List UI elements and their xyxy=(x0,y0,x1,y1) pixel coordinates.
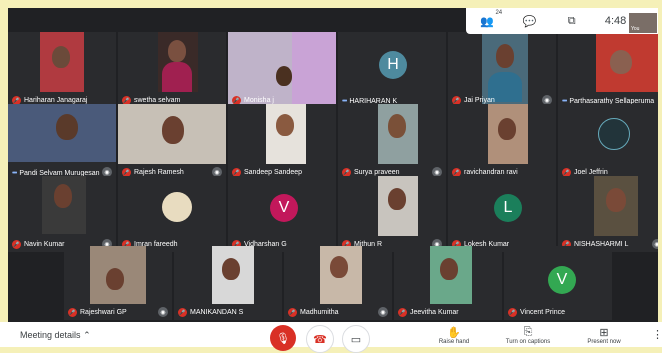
participant-name: 🎤 MANIKANDAN S xyxy=(178,308,244,317)
participant-video xyxy=(292,32,336,108)
participant-count: 24 xyxy=(495,10,503,16)
participant-face xyxy=(276,66,292,86)
participant-tile[interactable]: 🎤 Surya praveen ◉ xyxy=(338,104,446,180)
participant-tile[interactable]: L 🎤 Lokesh Kumar xyxy=(448,176,556,252)
participant-face xyxy=(168,40,186,62)
participant-name: 🎤 Jeevitha Kumar xyxy=(398,308,459,317)
participant-name: 🎤 Navin Kumar xyxy=(12,240,65,249)
participant-tile[interactable]: 🎤 Hariharan Janagaraj xyxy=(8,32,116,108)
participant-tile[interactable]: 🎤 ravichandran ravi xyxy=(448,104,556,180)
activities-icon[interactable]: ⧉ xyxy=(563,12,581,30)
bottom-bar: Meeting details ⌃ 🎙 ☎ ▭ ✋ Raise hand ⎘ Tur… xyxy=(0,322,662,353)
participant-tile[interactable]: 🎤 Rajesh Ramesh ◉ xyxy=(118,104,226,180)
participant-tile[interactable]: 🎤 Rajeshwari GP ◉ xyxy=(64,246,172,320)
participant-avatar: V xyxy=(270,194,298,222)
more-options-icon[interactable]: ⋮ xyxy=(652,328,662,341)
participant-avatar: L xyxy=(494,194,522,222)
participant-name: 🎤 Madhumitha xyxy=(288,308,339,317)
participant-face xyxy=(498,118,516,140)
participant-face xyxy=(54,184,72,208)
captions-icon: ⎘ xyxy=(523,326,533,338)
mic-off-icon: 🎤 xyxy=(178,308,187,317)
participant-tile[interactable]: 🎤 Jai Priyan ◉ xyxy=(448,32,556,108)
audio-indicator-icon: ◉ xyxy=(652,239,658,249)
participant-avatar xyxy=(162,192,192,222)
participant-tile[interactable]: ••• Parthasarathy Sellaperuma xyxy=(558,32,658,108)
mic-off-icon: 🎤 xyxy=(508,308,517,317)
participant-tile[interactable]: 🎤 Imran fareedh xyxy=(118,176,226,252)
hand-icon: ✋ xyxy=(447,327,461,339)
participant-tile[interactable]: 🎤 Madhumitha ◉ xyxy=(284,246,392,320)
participant-tile[interactable]: 🎤 Navin Kumar ◉ xyxy=(8,176,116,252)
self-view-label: You xyxy=(631,26,640,32)
mic-off-icon: 🎤 xyxy=(12,240,21,249)
chevron-up-icon: ⌃ xyxy=(83,330,91,340)
leave-call-button[interactable]: ☎ xyxy=(306,325,334,353)
participant-face xyxy=(440,258,458,280)
participant-tile[interactable]: 🎤 Mithun R ◉ xyxy=(338,176,446,252)
participant-face xyxy=(496,44,514,68)
participant-face xyxy=(330,256,348,278)
mic-toggle-button[interactable]: 🎙 xyxy=(270,325,296,351)
mic-off-icon: 🎤 xyxy=(288,308,297,317)
participant-face xyxy=(52,46,70,68)
self-view[interactable]: You xyxy=(628,12,658,34)
mic-off-icon: 🎤 xyxy=(398,308,407,317)
participant-tile[interactable]: 🎤 Joel Jeffrin xyxy=(558,104,658,180)
participant-tile[interactable]: 🎤 NISHASHARMI L ◉ xyxy=(558,176,658,252)
participant-face xyxy=(276,114,294,136)
participant-tile[interactable]: V 🎤 Vincent Prince xyxy=(504,246,612,320)
participant-face xyxy=(56,114,78,140)
participant-tile[interactable]: 🎤 Monisha j xyxy=(228,32,336,108)
audio-indicator-icon: ◉ xyxy=(158,307,168,317)
raise-hand-button[interactable]: ✋ Raise hand xyxy=(424,326,484,345)
participant-avatar: H xyxy=(379,51,407,79)
people-icon[interactable]: 👥 24 xyxy=(478,10,502,30)
participant-face xyxy=(106,268,124,290)
participant-tile[interactable]: 🎤 swetha selvam xyxy=(118,32,226,108)
present-icon: ⊞ xyxy=(599,327,609,339)
participant-avatar xyxy=(598,118,630,150)
participant-name: 🎤 Rajeshwari GP xyxy=(68,308,127,317)
audio-indicator-icon: ◉ xyxy=(378,307,388,317)
camera-toggle-button[interactable]: ▭ xyxy=(342,325,370,353)
mic-off-icon: 🎤 xyxy=(68,308,77,317)
participant-tile[interactable]: 🎤 MANIKANDAN S xyxy=(174,246,282,320)
participant-face xyxy=(388,188,406,210)
chat-icon[interactable]: 💬 xyxy=(520,12,538,30)
participant-face xyxy=(388,114,406,138)
participant-face xyxy=(610,50,632,74)
participant-tile[interactable]: ••• Pandi Selvam Murugesan ◉ xyxy=(8,104,116,180)
meeting-details-button[interactable]: Meeting details ⌃ xyxy=(20,330,91,341)
participant-body xyxy=(162,62,192,92)
participant-tile[interactable]: 🎤 Sandeep Sandeep xyxy=(228,104,336,180)
present-button[interactable]: ⊞ Present now xyxy=(574,326,634,345)
participant-tile[interactable]: V 🎤 Vidharshan G xyxy=(228,176,336,252)
participant-avatar: V xyxy=(548,266,576,294)
meeting-grid: 🎤 Hariharan Janagaraj 🎤 swetha selvam 🎤 Mon… xyxy=(8,8,658,347)
participant-face xyxy=(606,188,626,212)
participant-name: 🎤 Vincent Prince xyxy=(508,308,566,317)
participant-face xyxy=(162,116,184,144)
participant-tile[interactable]: 🎤 Jeevitha Kumar xyxy=(394,246,502,320)
captions-button[interactable]: ⎘ Turn on captions xyxy=(498,326,558,345)
participant-tile[interactable]: H ••• HARIHARAN K xyxy=(338,32,446,108)
participant-face xyxy=(222,258,240,280)
